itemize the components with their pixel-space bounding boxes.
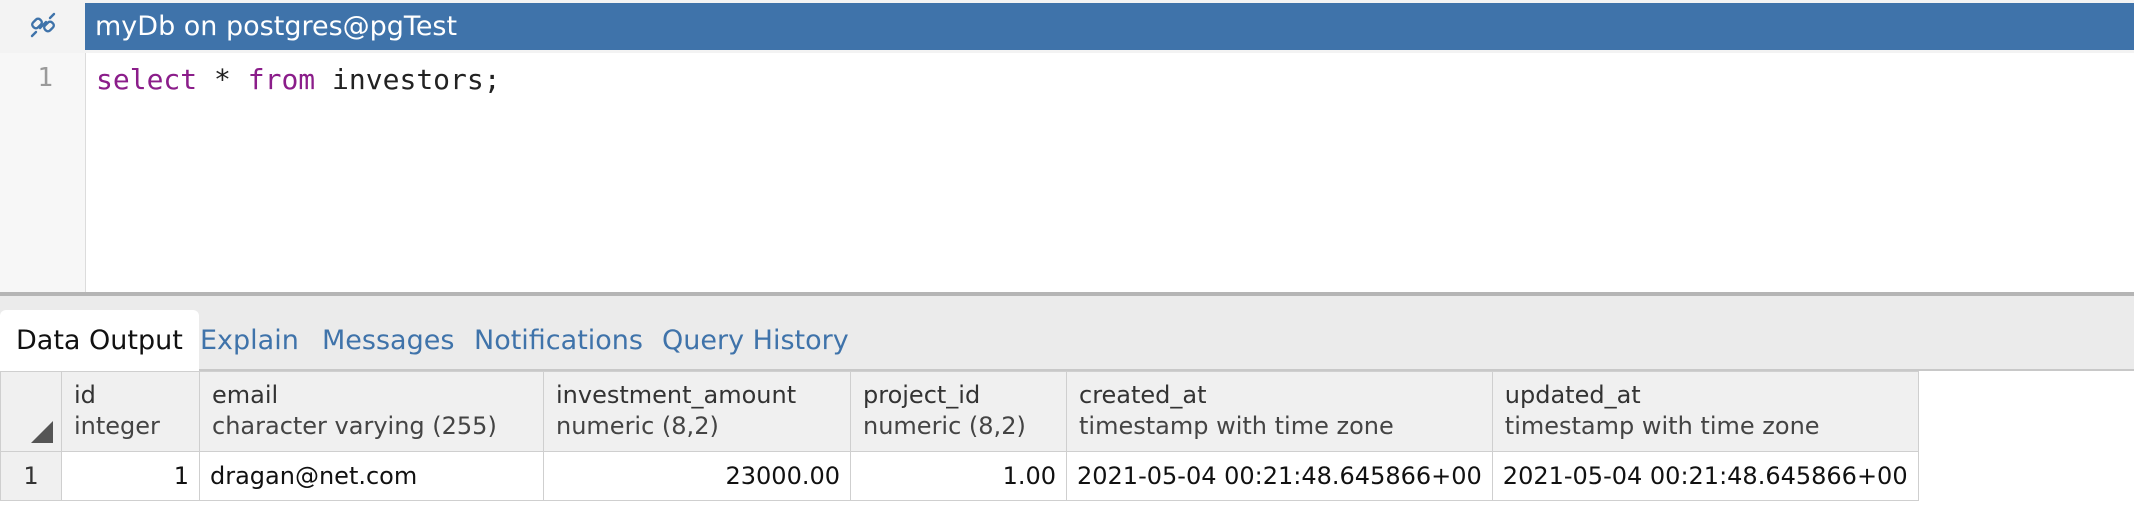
data-output-grid: id integer email character varying (255) i… xyxy=(0,371,1919,501)
line-number: 1 xyxy=(37,63,53,93)
column-header-updated-at[interactable]: updated_at timestamp with time zone xyxy=(1491,371,1919,452)
query-text[interactable]: select * from investors; xyxy=(96,63,501,96)
column-type: numeric (8,2) xyxy=(556,412,719,440)
column-header-created-at[interactable]: created_at timestamp with time zone xyxy=(1066,371,1493,452)
column-name: email xyxy=(212,381,279,409)
column-type: integer xyxy=(74,412,160,440)
connection-bar: myDb on postgres@pgTest xyxy=(0,0,2134,53)
cell-created-at[interactable]: 2021-05-04 00:21:48.645866+00 xyxy=(1066,451,1493,501)
tab-messages[interactable]: Messages xyxy=(322,310,454,371)
column-name: id xyxy=(74,381,96,409)
column-header-project-id[interactable]: project_idnumeric (8,2) xyxy=(850,371,1067,452)
cell-investment-amount[interactable]: 23000.00 xyxy=(543,451,851,501)
cell-project-id[interactable]: 1.00 xyxy=(850,451,1067,501)
keyword-select: select xyxy=(96,63,198,96)
cell-email[interactable]: dragan@net.com xyxy=(199,451,544,501)
row-number[interactable]: 1 xyxy=(0,451,62,501)
column-name: project_id xyxy=(863,381,981,409)
query-tool: myDb on postgres@pgTest 1 select * from … xyxy=(0,0,2134,528)
table-row[interactable]: 1 1 dragan@net.com 23000.00 1.00 2021-05… xyxy=(0,451,1919,501)
column-name: updated_at xyxy=(1504,381,1641,409)
tab-query-history[interactable]: Query History xyxy=(662,310,849,371)
query-table-name: investors; xyxy=(315,63,501,96)
cell-id[interactable]: 1 xyxy=(61,451,200,501)
keyword-from: from xyxy=(247,63,316,96)
column-header-investment-amount[interactable]: investment_amountnumeric (8,2) xyxy=(543,371,851,452)
column-header-id[interactable]: id integer xyxy=(61,371,200,452)
query-token: * xyxy=(197,63,248,96)
connection-title[interactable]: myDb on postgres@pgTest xyxy=(85,3,2134,50)
line-number-gutter: 1 xyxy=(0,53,86,294)
select-all-corner[interactable] xyxy=(0,371,62,452)
tab-data-output[interactable]: Data Output xyxy=(0,310,199,371)
sql-editor[interactable]: 1 select * from investors; xyxy=(0,53,2134,294)
column-name: investment_amount xyxy=(556,381,797,409)
connection-icon xyxy=(28,10,58,44)
column-name: created_at xyxy=(1079,381,1207,409)
cell-updated-at[interactable]: 2021-05-04 00:21:48.645866+00 xyxy=(1491,451,1919,501)
column-type: timestamp with time zone xyxy=(1079,412,1394,440)
column-type: character varying (255) xyxy=(212,412,497,440)
tab-explain[interactable]: Explain xyxy=(200,310,299,371)
tab-notifications[interactable]: Notifications xyxy=(474,310,643,371)
column-type: timestamp with time zone xyxy=(1504,412,1820,440)
column-type: numeric (8,2) xyxy=(863,412,1026,440)
column-header-email[interactable]: email character varying (255) xyxy=(199,371,544,452)
results-tab-bar: Data Output Explain Messages Notificatio… xyxy=(0,296,2134,371)
connection-status-button[interactable] xyxy=(0,0,85,53)
select-all-icon xyxy=(31,421,53,443)
